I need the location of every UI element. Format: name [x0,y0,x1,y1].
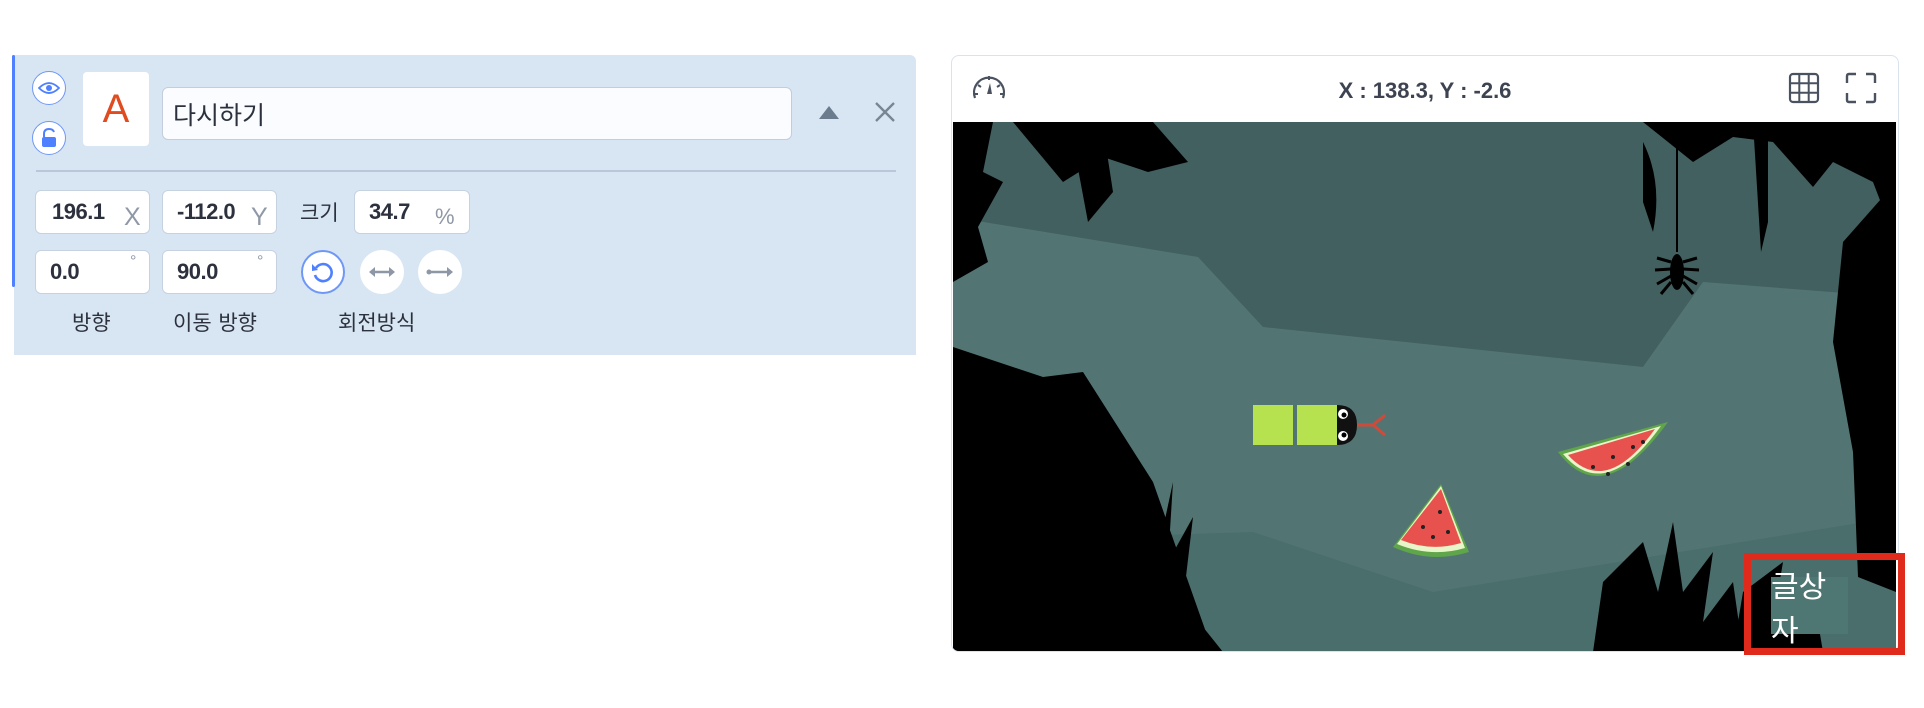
close-icon[interactable] [873,100,897,128]
y-position-field[interactable]: -112.0 Y [162,190,277,234]
horizontal-arrows-icon[interactable] [360,250,404,294]
highlight-box [1744,553,1905,655]
rotation-method-label: 회전방식 [338,311,416,335]
move-direction-label: 이동 방향 [173,311,257,335]
cursor-coordinates: X : 138.3, Y : -2.6 [1338,78,1512,103]
panel-divider [36,170,896,172]
move-direction-value: 90.0 [177,259,218,284]
size-label: 크기 [300,201,339,225]
size-unit-label: % [435,204,455,229]
stage-toolbar: X : 138.3, Y : -2.6 [952,56,1898,121]
size-value: 34.7 [369,199,410,224]
x-position-field[interactable]: 196.1 X [35,190,150,234]
eye-icon[interactable] [32,71,66,105]
arrow-right-icon[interactable] [418,250,462,294]
triangle-up-icon[interactable] [817,103,841,125]
size-field[interactable]: 34.7 % [354,190,470,234]
thumbnail-letter: A [102,86,130,131]
direction-label: 방향 [72,311,111,335]
direction-field[interactable]: 0.0 ° [35,250,150,294]
move-direction-degree-symbol: ° [257,253,264,270]
rotate-icon[interactable] [301,250,345,294]
fullscreen-icon[interactable] [1845,72,1877,108]
x-value: 196.1 [52,199,105,224]
x-unit-label: X [124,203,141,231]
object-name-input[interactable] [162,87,792,140]
direction-degree-symbol: ° [130,253,137,270]
move-direction-field[interactable]: 90.0 ° [162,250,277,294]
lock-open-icon[interactable] [32,121,66,155]
selected-indicator [12,55,15,287]
y-unit-label: Y [251,203,268,231]
y-value: -112.0 [177,199,236,224]
grid-icon[interactable] [1788,72,1820,108]
direction-value: 0.0 [50,259,80,284]
object-thumbnail: A [83,72,149,146]
